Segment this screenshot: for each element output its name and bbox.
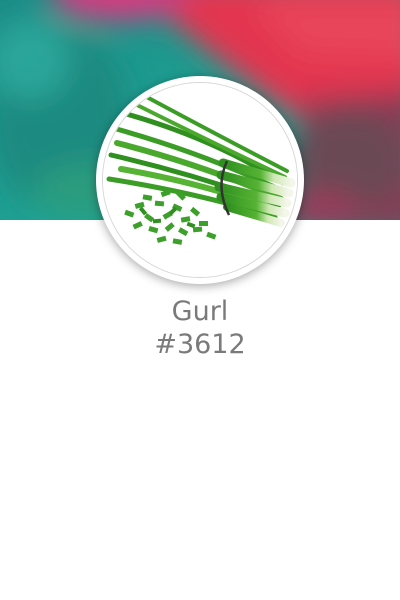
avatar[interactable] <box>96 76 304 284</box>
profile-screen: Gurl #3612 <box>0 0 400 600</box>
profile-number: #3612 <box>154 329 246 360</box>
avatar-photo <box>102 82 298 278</box>
profile-name: Gurl <box>171 296 229 327</box>
green-onion-image <box>103 83 297 277</box>
